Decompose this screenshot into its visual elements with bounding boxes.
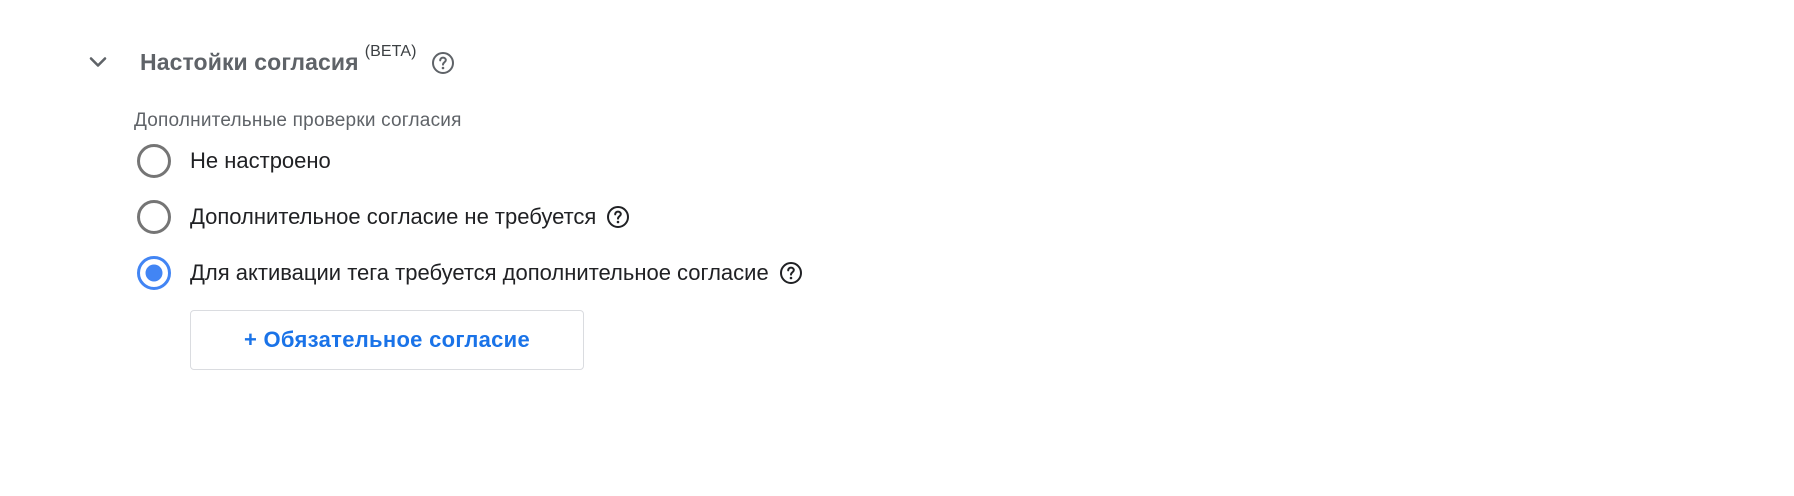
beta-badge: (BETA) <box>364 42 417 60</box>
help-circle-icon[interactable] <box>431 51 455 75</box>
radio-selected-icon[interactable] <box>136 255 172 291</box>
radio-label: Для активации тега требуется дополнитель… <box>190 260 769 285</box>
add-required-consent-button[interactable]: + Обязательное согласие <box>190 310 584 370</box>
radio-label: Дополнительное согласие не требуется <box>190 204 597 229</box>
section-title-text: Настойки согласия <box>140 48 359 75</box>
radio-option-not-configured[interactable]: Не настроено <box>136 141 331 181</box>
radio-option-no-additional-consent[interactable]: Дополнительное согласие не требуется <box>136 197 630 237</box>
consent-settings-header: Настойки согласия (BETA) <box>86 42 455 82</box>
radio-label: Не настроено <box>190 148 331 173</box>
section-title: Настойки согласия (BETA) <box>140 43 417 76</box>
help-circle-icon[interactable] <box>779 261 803 285</box>
radio-unselected-icon[interactable] <box>136 199 172 235</box>
help-circle-icon[interactable] <box>606 205 630 229</box>
consent-checks-label: Дополнительные проверки согласия <box>134 110 462 131</box>
chevron-down-icon[interactable] <box>86 50 110 74</box>
radio-unselected-icon[interactable] <box>136 143 172 179</box>
radio-option-additional-consent-required[interactable]: Для активации тега требуется дополнитель… <box>136 253 803 293</box>
